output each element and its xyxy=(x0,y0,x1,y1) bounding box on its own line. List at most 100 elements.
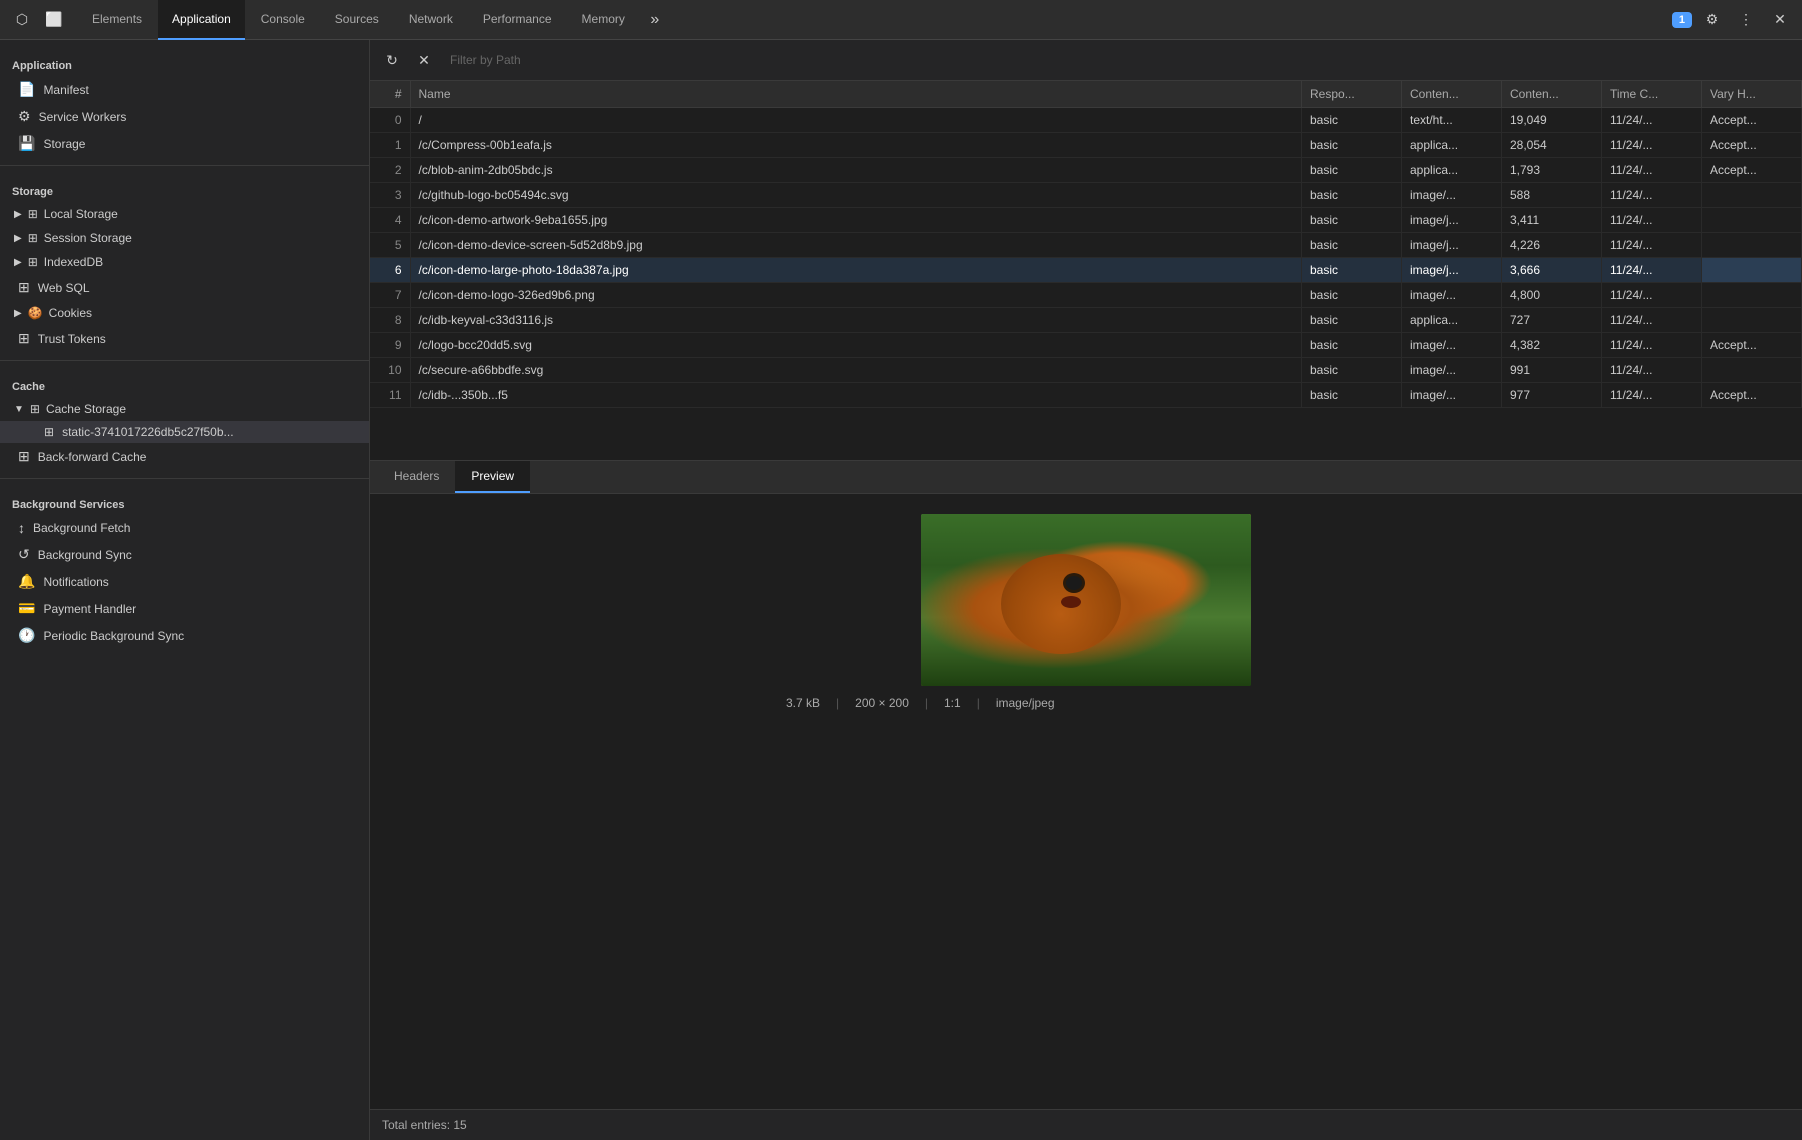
sidebar-item-local-storage[interactable]: ▶ ⊞ Local Storage xyxy=(0,202,369,226)
table-row[interactable]: 3/c/github-logo-bc05494c.svgbasicimage/.… xyxy=(370,183,1802,208)
bottom-tab-bar: Headers Preview xyxy=(370,461,1802,494)
tab-network[interactable]: Network xyxy=(395,0,467,40)
filter-input[interactable] xyxy=(442,49,1794,71)
sidebar-item-storage[interactable]: 💾 Storage xyxy=(0,130,369,157)
expand-arrow-cookies: ▶ xyxy=(14,308,22,319)
sidebar-item-cookies[interactable]: ▶ 🍪 Cookies xyxy=(0,301,369,325)
preview-area: 3.7 kB | 200 × 200 | 1:1 | image/jpeg xyxy=(370,494,1802,1109)
notifications-icon: 🔔 xyxy=(18,573,35,590)
expand-arrow-cache: ▼ xyxy=(14,404,24,415)
session-storage-icon: ⊞ xyxy=(28,231,38,245)
sidebar-item-notifications[interactable]: 🔔 Notifications xyxy=(0,568,369,595)
clear-button[interactable]: ✕ xyxy=(410,46,438,74)
payment-handler-icon: 💳 xyxy=(18,600,35,617)
close-devtools-button[interactable]: ✕ xyxy=(1766,6,1794,34)
trust-tokens-icon: ⊞ xyxy=(18,330,30,347)
sidebar-item-background-sync[interactable]: ↺ Background Sync xyxy=(0,541,369,568)
panda-nose xyxy=(1061,596,1081,608)
toolbar-icons: ⬡ ⬜ xyxy=(8,6,68,34)
table-row[interactable]: 0/basictext/ht...19,04911/24/...Accept..… xyxy=(370,108,1802,133)
tab-elements[interactable]: Elements xyxy=(78,0,156,40)
cache-child-icon: ⊞ xyxy=(44,425,54,439)
sidebar-item-payment-handler[interactable]: 💳 Payment Handler xyxy=(0,595,369,622)
filter-bar: ↻ ✕ xyxy=(370,40,1802,81)
tab-preview[interactable]: Preview xyxy=(455,461,530,493)
refresh-button[interactable]: ↻ xyxy=(378,46,406,74)
col-header-vary: Vary H... xyxy=(1702,81,1802,108)
sidebar-item-session-storage[interactable]: ▶ ⊞ Session Storage xyxy=(0,226,369,250)
preview-size: 3.7 kB xyxy=(786,696,820,710)
preview-mime: image/jpeg xyxy=(996,696,1055,710)
sidebar-item-cache-child[interactable]: ⊞ static-3741017226db5c27f50b... xyxy=(0,421,369,443)
sidebar-item-service-workers[interactable]: ⚙ Service Workers xyxy=(0,103,369,130)
preview-ratio: 1:1 xyxy=(944,696,961,710)
device-toggle-button[interactable]: ⬜ xyxy=(40,6,68,34)
tab-application[interactable]: Application xyxy=(158,0,245,40)
table-row[interactable]: 8/c/idb-keyval-c33d3116.jsbasicapplica..… xyxy=(370,308,1802,333)
sidebar-section-bg-services: Background Services xyxy=(0,487,369,515)
table-row[interactable]: 7/c/icon-demo-logo-326ed9b6.pngbasicimag… xyxy=(370,283,1802,308)
content-area: ↻ ✕ # Name Respo... Conten... Conten... … xyxy=(370,40,1802,1140)
sidebar-item-web-sql[interactable]: ⊞ Web SQL xyxy=(0,274,369,301)
preview-dimensions: 200 × 200 xyxy=(855,696,909,710)
settings-button[interactable]: ⚙ xyxy=(1698,6,1726,34)
select-tool-button[interactable]: ⬡ xyxy=(8,6,36,34)
col-header-name: Name xyxy=(410,81,1302,108)
tab-performance[interactable]: Performance xyxy=(469,0,566,40)
table-row[interactable]: 11/c/idb-...350b...f5basicimage/...97711… xyxy=(370,383,1802,408)
divider-2 xyxy=(0,360,369,361)
tab-console[interactable]: Console xyxy=(247,0,319,40)
background-fetch-icon: ↕ xyxy=(18,520,25,536)
expand-arrow-local: ▶ xyxy=(14,209,22,220)
divider-3 xyxy=(0,478,369,479)
web-sql-icon: ⊞ xyxy=(18,279,30,296)
divider-1 xyxy=(0,165,369,166)
back-forward-icon: ⊞ xyxy=(18,448,30,465)
tab-sources[interactable]: Sources xyxy=(321,0,393,40)
service-workers-icon: ⚙ xyxy=(18,108,31,125)
table-row[interactable]: 6/c/icon-demo-large-photo-18da387a.jpgba… xyxy=(370,258,1802,283)
table-row[interactable]: 4/c/icon-demo-artwork-9eba1655.jpgbasici… xyxy=(370,208,1802,233)
local-storage-icon: ⊞ xyxy=(28,207,38,221)
expand-arrow-indexed: ▶ xyxy=(14,257,22,268)
col-header-num: # xyxy=(370,81,410,108)
tab-memory[interactable]: Memory xyxy=(568,0,639,40)
table-row[interactable]: 9/c/logo-bcc20dd5.svgbasicimage/...4,382… xyxy=(370,333,1802,358)
sidebar-item-cache-storage[interactable]: ▼ ⊞ Cache Storage xyxy=(0,397,369,421)
tab-headers[interactable]: Headers xyxy=(378,461,455,493)
expand-arrow-session: ▶ xyxy=(14,233,22,244)
more-tabs-button[interactable]: » xyxy=(641,6,669,34)
preview-image xyxy=(921,514,1251,686)
more-options-button[interactable]: ⋮ xyxy=(1732,6,1760,34)
bottom-panel: Headers Preview 3.7 kB | xyxy=(370,461,1802,1140)
sidebar-item-trust-tokens[interactable]: ⊞ Trust Tokens xyxy=(0,325,369,352)
sidebar-section-cache: Cache xyxy=(0,369,369,397)
table-row[interactable]: 5/c/icon-demo-device-screen-5d52d8b9.jpg… xyxy=(370,233,1802,258)
panda-eye xyxy=(1066,576,1082,590)
table-row[interactable]: 2/c/blob-anim-2db05bdc.jsbasicapplica...… xyxy=(370,158,1802,183)
table-row[interactable]: 1/c/Compress-00b1eafa.jsbasicapplica...2… xyxy=(370,133,1802,158)
sidebar-item-back-forward[interactable]: ⊞ Back-forward Cache xyxy=(0,443,369,470)
sidebar-section-storage: Storage xyxy=(0,174,369,202)
sidebar-section-application: Application xyxy=(0,48,369,76)
col-header-time: Time C... xyxy=(1602,81,1702,108)
preview-image-container xyxy=(921,514,1251,686)
background-sync-icon: ↺ xyxy=(18,546,30,563)
sidebar-item-indexeddb[interactable]: ▶ ⊞ IndexedDB xyxy=(0,250,369,274)
cache-storage-icon: ⊞ xyxy=(30,402,40,416)
issues-badge[interactable]: 1 xyxy=(1672,12,1692,28)
col-header-content-size: Conten... xyxy=(1502,81,1602,108)
sidebar-item-manifest[interactable]: 📄 Manifest xyxy=(0,76,369,103)
col-header-content-type: Conten... xyxy=(1402,81,1502,108)
manifest-icon: 📄 xyxy=(18,81,35,98)
sidebar: Application 📄 Manifest ⚙ Service Workers… xyxy=(0,40,370,1140)
tab-bar-actions: 1 ⚙ ⋮ ✕ xyxy=(1672,6,1794,34)
cookies-icon: 🍪 xyxy=(28,306,43,320)
tab-bar: ⬡ ⬜ Elements Application Console Sources… xyxy=(0,0,1802,40)
storage-icon: 💾 xyxy=(18,135,35,152)
table-row[interactable]: 10/c/secure-a66bbdfe.svgbasicimage/...99… xyxy=(370,358,1802,383)
sidebar-item-background-fetch[interactable]: ↕ Background Fetch xyxy=(0,515,369,541)
indexeddb-icon: ⊞ xyxy=(28,255,38,269)
main-layout: Application 📄 Manifest ⚙ Service Workers… xyxy=(0,40,1802,1140)
sidebar-item-periodic-sync[interactable]: 🕐 Periodic Background Sync xyxy=(0,622,369,649)
